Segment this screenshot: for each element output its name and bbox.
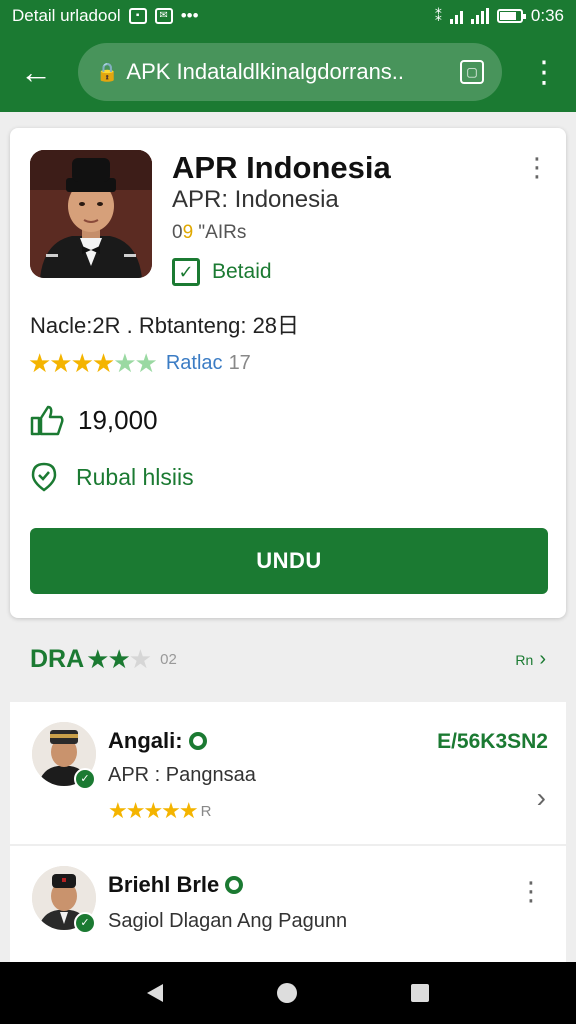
app-meta-highlight: 9 [182,222,194,243]
thumbs-up-icon [30,405,64,436]
reviewer-name: Angali: [108,728,207,754]
verified-label: Betaid [212,260,272,283]
nav-recents-icon[interactable] [411,984,429,1002]
card-more-icon[interactable]: ⋮ [524,152,550,183]
rating-label: Ratlac [165,352,223,374]
rating-count: 17 [228,352,251,374]
report-link[interactable]: Rubal hlsiis [30,462,194,492]
rating-row: ★★★★★★ Ratlac 17 [28,348,251,379]
app-title: APR Indonesia [172,150,391,185]
reviewer-name-text: Briehl Brle [108,872,220,897]
review-item[interactable]: ✓ Briehl Brle Sagiol Dlagan Ang Pagunn ⋮ [10,846,566,962]
downloads-count: 19,000 [78,404,158,435]
nav-back-icon[interactable] [147,984,163,1002]
app-icon [30,150,152,278]
verified-badge: ✓ Betaid [172,258,272,286]
reviews-stars: ★★★ [86,644,152,674]
rating-stars: ★★★★★★ [28,348,158,378]
more-options-icon[interactable]: ⋮ [518,876,544,907]
app-meta-suffix: "AIRs [193,222,247,243]
app-bar: ← 🔒 APK Indataldlkinalgdorrans.. ▢ ⋮ [0,32,576,112]
url-text: APK Indataldlkinalgdorrans.. [126,59,405,84]
review-text: APR : Pangnsaa [108,764,256,786]
gear-badge-icon [225,876,244,894]
reviewer-name: Briehl Brle [108,872,244,898]
review-stars: ★★★★★ R [108,798,212,823]
status-left-text: Detail urladool [12,6,121,25]
review-tag: E/56K3SN2 [437,730,548,753]
vibrate-icon: ⁑ [434,7,442,24]
reviews-count: 02 [160,651,177,668]
back-arrow-icon[interactable]: ← [14,50,58,94]
rating-label-group[interactable]: Ratlac 17 [166,352,251,375]
reviews-title: DRA [30,645,85,673]
wifi-signal-icon [449,8,463,24]
review-text: Sagiol Dlagan Ang Pagunn [108,910,348,932]
app-detail-card: APR Indonesia APR: Indonesia 09 "AIRs ✓ … [10,128,566,618]
chevron-right-icon: › [539,648,546,670]
reviews-header: DRA ★★★ 02 Rn › [30,644,546,675]
battery-fill [499,12,516,20]
nav-home-icon[interactable] [277,983,297,1003]
reviewer-name-text: Angali: [108,728,183,753]
overflow-menu-icon[interactable]: ⋮ [526,55,562,90]
review-item[interactable]: ✓ Angali: E/56K3SN2 APR : Pangnsaa ★★★★★… [10,702,566,844]
system-nav-bar [0,962,576,1024]
see-all-label: Rn [515,651,534,668]
cell-signal-icon [470,8,489,24]
checkbox-icon: ✓ [172,258,200,286]
clock: 0:36 [530,6,564,25]
gallery-notification-icon: ▪ [128,8,147,24]
lock-icon: 🔒 [96,61,119,82]
verified-check-icon: ✓ [74,768,96,790]
location-pin-icon [31,462,57,492]
install-button[interactable]: UNDU [30,528,548,594]
app-size-info: Nacle:2R . Rbtanteng: 28日 [30,313,300,338]
status-bar: Detail urladool ▪ ✉ ••• ⁑ 0:36 [0,0,576,32]
see-all-link[interactable]: Rn › [515,648,546,671]
chevron-right-icon[interactable]: › [537,782,546,814]
app-subtitle: APR: Indonesia [172,186,339,213]
tabs-icon[interactable]: ▢ [460,60,484,84]
review-extra: R [200,802,212,820]
downloads-row: 19,000 [30,404,158,436]
app-meta-prefix: 0 [172,222,183,243]
app-meta: 09 "AIRs [172,222,246,244]
battery-icon [496,9,526,23]
mail-notification-icon: ✉ [154,8,173,24]
verified-check-icon: ✓ [74,912,96,934]
report-label: Rubal hlsiis [76,463,194,490]
url-bar[interactable]: 🔒 APK Indataldlkinalgdorrans.. ▢ [78,43,502,101]
gear-badge-icon [188,732,207,750]
more-notifications-icon: ••• [180,6,199,25]
